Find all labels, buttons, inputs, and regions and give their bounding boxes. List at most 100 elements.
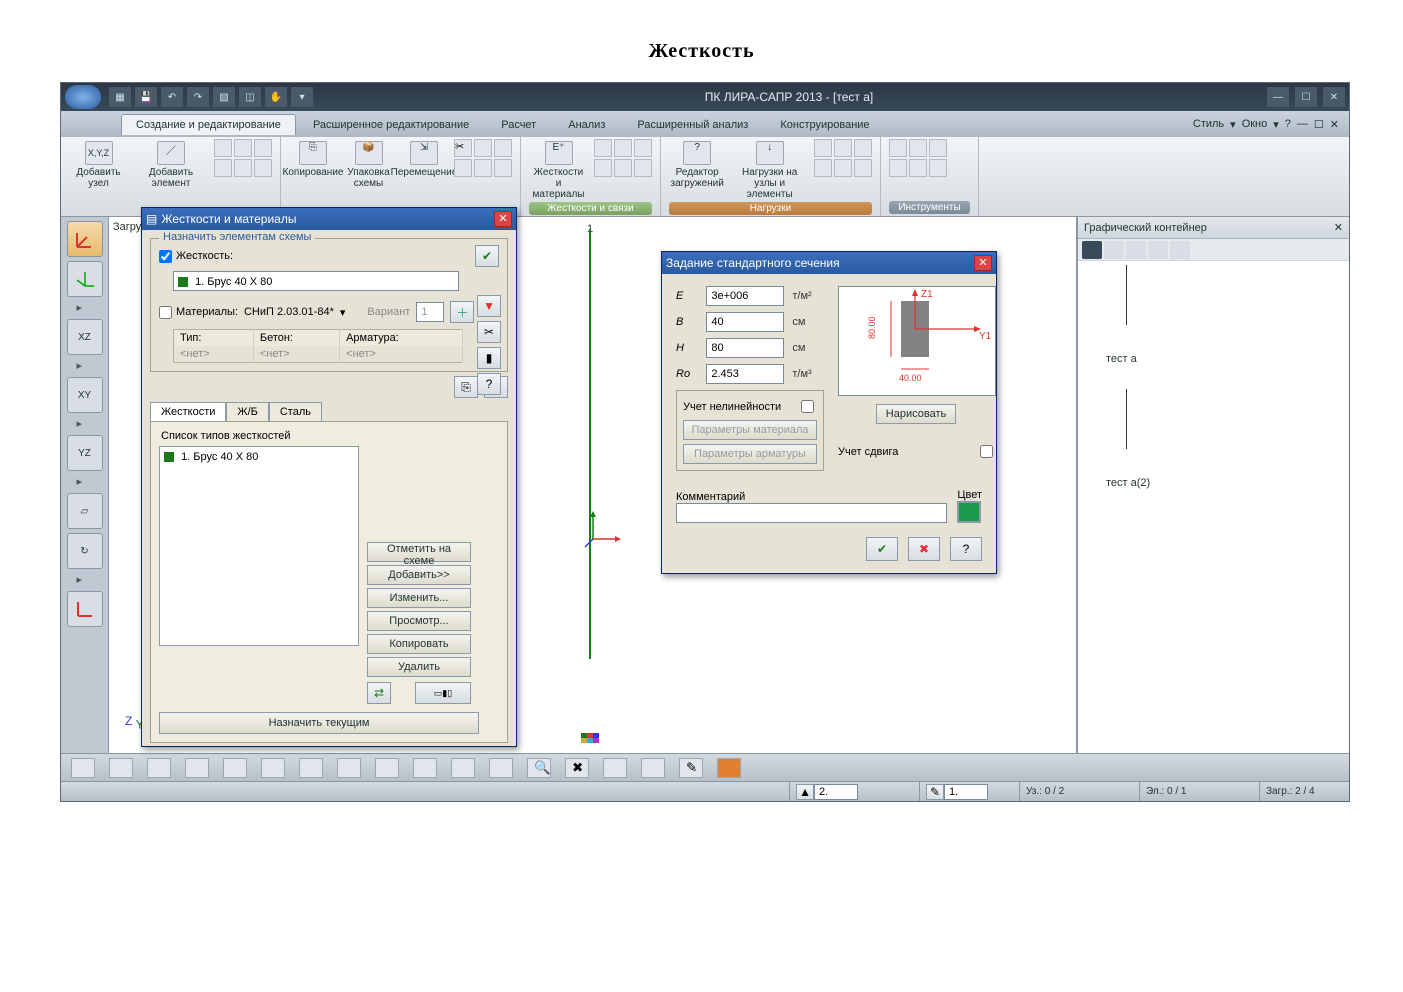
stiffness-list[interactable]: 1. Брус 40 X 80: [159, 446, 359, 646]
mdi-restore-icon[interactable]: ☐: [1314, 118, 1324, 131]
status-spin2[interactable]: [944, 784, 988, 800]
bt-flag1-icon[interactable]: [603, 758, 627, 778]
draw-button[interactable]: Нарисовать: [876, 404, 956, 424]
mini-load2-icon[interactable]: [834, 139, 852, 157]
view-yz-button[interactable]: YZ: [67, 435, 103, 471]
bt-pan-icon[interactable]: [185, 758, 209, 778]
filter-button[interactable]: ▼: [477, 295, 501, 317]
qat-redo-icon[interactable]: ↷: [187, 87, 209, 107]
highlight-button[interactable]: ▮: [477, 347, 501, 369]
mini-load3-icon[interactable]: [854, 139, 872, 157]
tab-ext-analysis[interactable]: Расширенный анализ: [622, 114, 763, 135]
close-icon[interactable]: ✕: [1323, 87, 1345, 107]
tab-design[interactable]: Конструирование: [765, 114, 884, 135]
mini-tool5-icon[interactable]: [909, 159, 927, 177]
mdi-min-icon[interactable]: —: [1297, 118, 1308, 130]
panel-export-icon[interactable]: [1170, 241, 1190, 259]
tab-stiff[interactable]: Жесткости: [150, 402, 226, 421]
mini-tool4-icon[interactable]: [889, 159, 907, 177]
copy-props-button[interactable]: ⎘: [454, 376, 478, 398]
bt-sel1-icon[interactable]: [223, 758, 247, 778]
mini-del-icon[interactable]: [494, 159, 512, 177]
mini-link-icon[interactable]: [594, 159, 612, 177]
mini-cut-icon[interactable]: ✂: [454, 139, 472, 157]
tab-create-edit[interactable]: Создание и редактирование: [121, 114, 296, 135]
stiffness-dialog-title[interactable]: ▤Жесткости и материалы ✕: [142, 208, 516, 230]
list-item[interactable]: 1. Брус 40 X 80: [164, 451, 354, 463]
edit-stiffness-button[interactable]: Изменить...: [367, 588, 471, 608]
ok-button[interactable]: ✔: [866, 537, 898, 561]
add-node-button[interactable]: X,Y,Z Добавить узел: [69, 139, 128, 191]
expand-icon[interactable]: ▸: [77, 475, 93, 489]
copy-button[interactable]: ⎘ Копирование: [289, 139, 337, 180]
mini-shell-icon[interactable]: [214, 139, 232, 157]
qat-new-icon[interactable]: ▦: [109, 87, 131, 107]
expand-icon[interactable]: ▸: [77, 573, 93, 587]
mini-join-icon[interactable]: [474, 159, 492, 177]
qat-undo-icon[interactable]: ↶: [161, 87, 183, 107]
mini-tool6-icon[interactable]: [929, 159, 947, 177]
tab-ext-edit[interactable]: Расширенное редактирование: [298, 114, 484, 135]
expand-icon[interactable]: ▸: [77, 359, 93, 373]
stiffness-checkbox-input[interactable]: [159, 250, 172, 263]
rotate-button[interactable]: ↻: [67, 533, 103, 569]
help-icon[interactable]: ?: [1285, 118, 1291, 130]
app-logo[interactable]: [65, 85, 101, 109]
copy-stiffness-button[interactable]: Копировать: [367, 634, 471, 654]
status-spin1[interactable]: [814, 784, 858, 800]
stiff-mat-button[interactable]: E⁺ Жесткости и материалы: [529, 139, 588, 202]
view-persp-button[interactable]: ▱: [67, 493, 103, 529]
bt-grid3-icon[interactable]: [451, 758, 475, 778]
comment-input[interactable]: [676, 503, 947, 523]
loads-nodes-button[interactable]: ↓ Нагрузки на узлы и элементы: [731, 139, 808, 202]
bt-sel2-icon[interactable]: [261, 758, 285, 778]
tab-rc[interactable]: Ж/Б: [226, 402, 268, 421]
mini-split-icon[interactable]: [454, 159, 472, 177]
mark-on-scheme-button[interactable]: Отметить на схеме: [367, 542, 471, 562]
bt-zoom-icon[interactable]: [147, 758, 171, 778]
bt-poly-icon[interactable]: [71, 758, 95, 778]
pack-button[interactable]: 📦 Упаковка схемы: [343, 139, 394, 191]
thumbnail-1[interactable]: [1126, 265, 1127, 325]
materials-checkbox-input[interactable]: [159, 306, 172, 319]
bt-pencil-icon[interactable]: ✎: [679, 758, 703, 778]
mini-load4-icon[interactable]: [814, 159, 832, 177]
input-B[interactable]: [706, 312, 784, 332]
bt-flag-icon[interactable]: [717, 758, 741, 778]
style-menu-caret-icon[interactable]: ▾: [1230, 118, 1236, 131]
mini-slab-icon[interactable]: [234, 159, 252, 177]
mini-grid-icon[interactable]: [234, 139, 252, 157]
view-stiffness-button[interactable]: Просмотр...: [367, 611, 471, 631]
qat-render-icon[interactable]: ▧: [213, 87, 235, 107]
thumbnail-2[interactable]: [1126, 389, 1127, 449]
panel-cam-icon[interactable]: [1082, 241, 1102, 259]
style-menu[interactable]: Стиль: [1193, 118, 1224, 130]
window-menu[interactable]: Окно: [1242, 118, 1268, 130]
color-button[interactable]: [957, 501, 981, 523]
status-pencil-icon[interactable]: ✎: [926, 784, 944, 800]
nonlin-checkbox[interactable]: [801, 400, 814, 413]
view-iso-button[interactable]: [67, 221, 103, 257]
shear-checkbox[interactable]: [980, 445, 993, 458]
input-H[interactable]: [706, 338, 784, 358]
assign-current-button[interactable]: Назначить текущим: [159, 712, 479, 734]
apply-stiffness-button[interactable]: ✔: [475, 245, 499, 267]
mdi-close-icon[interactable]: ✕: [1330, 118, 1339, 131]
snip-caret-icon[interactable]: ▾: [340, 306, 346, 319]
variant-add-button[interactable]: ＋: [450, 301, 474, 323]
help-button[interactable]: ?: [477, 373, 501, 395]
view-xz-button[interactable]: XZ: [67, 319, 103, 355]
panel-print-icon[interactable]: [1148, 241, 1168, 259]
minimize-icon[interactable]: —: [1267, 87, 1289, 107]
mini-zone-icon[interactable]: [214, 159, 232, 177]
mini-beam-icon[interactable]: [254, 139, 272, 157]
bt-grid1-icon[interactable]: [375, 758, 399, 778]
materials-checkbox[interactable]: Материалы:: [159, 306, 238, 319]
input-Ro[interactable]: [706, 364, 784, 384]
delete-stiffness-button[interactable]: Удалить: [367, 657, 471, 677]
mini-mirror-icon[interactable]: [474, 139, 492, 157]
bt-search-icon[interactable]: 🔍: [527, 758, 551, 778]
panel-save-icon[interactable]: [1104, 241, 1124, 259]
qat-save-icon[interactable]: 💾: [135, 87, 157, 107]
view-ucs-button[interactable]: [67, 591, 103, 627]
